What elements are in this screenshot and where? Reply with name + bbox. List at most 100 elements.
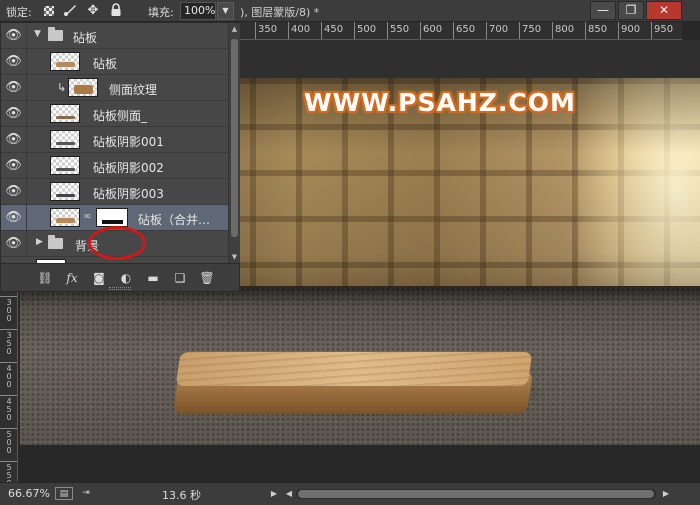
ruler-tick-label: 5 5 0 [6,463,12,483]
padlock-icon[interactable] [108,3,124,19]
move-lock-icon[interactable]: ✥ [85,3,101,19]
layer-name: 砧板阴影003 [93,187,164,201]
visibility-eye-icon[interactable]: 👁 [1,23,27,48]
options-bar: 锁定: ✥ 填充: 100% ▼ ), 图层蒙版/8) * — ❐ ✕ [0,0,700,22]
horizontal-ruler[interactable]: 350 400 450 500 550 600 650 700 750 800 … [240,22,682,40]
visibility-eye-icon[interactable]: 👁 [1,153,27,178]
panel-resize-grip[interactable] [109,287,131,290]
ruler-tick: 850 [585,22,607,39]
visibility-eye-icon[interactable]: 👁 [1,49,27,74]
ruler-tick: 800 [552,22,574,39]
visibility-eye-icon[interactable]: 👁 [1,75,27,100]
expand-caret-icon[interactable]: ▼ [34,29,41,39]
restore-button[interactable]: ❐ [618,1,644,20]
ruler-tick [0,395,17,396]
highlight-circle-annotation [88,226,146,260]
close-button[interactable]: ✕ [646,1,682,20]
layer-row-group[interactable]: 👁 ▼ 砧板 [1,23,228,49]
ruler-tick [0,329,17,330]
trash-icon[interactable]: 🗑 [199,270,215,286]
layers-panel: 👁 ▼ 砧板 👁 砧板 👁 ↳ 侧面纹理 👁 砧板侧面_ 👁 砧板阴影001 👁… [0,22,240,292]
ruler-tick [0,461,17,462]
new-layer-icon[interactable]: ❏ [172,270,188,286]
layer-thumbnail [50,104,80,123]
minimize-button[interactable]: — [590,1,616,20]
ruler-tick: 900 [618,22,640,39]
share-icon[interactable]: ⇥ [79,487,93,500]
ruler-tick [0,428,17,429]
layers-scrollbar[interactable]: ▲ ▼ [228,23,240,263]
link-icon[interactable]: ⛓ [37,270,53,286]
ruler-tick-label: 3 0 0 [6,298,12,323]
scroll-right-icon[interactable]: ▶ [660,487,672,501]
export-icon[interactable]: ▤ [55,487,73,500]
layer-name: 砧板（合并… [138,213,211,227]
status-bar: 66.67% ▤ ⇥ 13.6 秒 ▶ ◀ ▶ [0,482,700,505]
layer-name: 砧板侧面_ [93,109,148,123]
zoom-level[interactable]: 66.67% [8,487,50,500]
visibility-eye-icon[interactable]: 👁 [1,127,27,152]
scrollbar-thumb[interactable] [298,490,654,498]
layer-row[interactable]: 👁 砧板阴影002 [1,153,228,179]
ruler-tick: 500 [354,22,376,39]
ruler-tick [0,362,17,363]
visibility-eye-icon[interactable]: 👁 [1,179,27,204]
scroll-down-icon[interactable]: ▼ [229,251,240,263]
document-tab-title[interactable]: ), 图层蒙版/8) * [240,4,319,20]
layer-row[interactable]: 👁 砧板侧面_ [1,101,228,127]
ruler-tick: 950 [651,22,673,39]
add-mask-icon[interactable]: ◙ [91,270,107,286]
visibility-eye-icon[interactable]: 👁 [1,101,27,126]
layer-thumbnail [50,182,80,201]
layer-row[interactable]: 👁 砧板阴影003 [1,179,228,205]
layer-name: 砧板 [73,31,98,45]
layers-panel-footer: ⛓ fx ◙ ◐ ▬ ❏ 🗑 [1,263,239,291]
layer-mask-thumbnail[interactable] [96,208,128,227]
ruler-tick: 750 [519,22,541,39]
scroll-left-icon[interactable]: ◀ [283,487,295,501]
layer-thumbnail [50,52,80,71]
folder-icon [48,27,63,41]
layer-row[interactable]: 👁 砧板 [1,49,228,75]
lock-label: 锁定: [6,6,32,19]
vertical-ruler[interactable]: 3 0 0 3 5 0 4 0 0 4 5 0 5 0 0 5 5 0 [0,292,18,482]
fx-icon[interactable]: fx [64,270,80,286]
layer-row[interactable]: 👁 砧板阴影001 [1,127,228,153]
ruler-tick: 700 [486,22,508,39]
horizontal-scrollbar[interactable] [296,489,656,499]
ruler-tick: 350 [255,22,277,39]
layer-thumbnail [50,130,80,149]
play-arrow-icon[interactable]: ▶ [268,487,280,501]
scroll-up-icon[interactable]: ▲ [229,23,240,35]
ruler-tick: 650 [453,22,475,39]
ruler-tick: 450 [321,22,343,39]
adjustment-icon[interactable]: ◐ [118,270,134,286]
ruler-tick [0,296,17,297]
ruler-tick: 600 [420,22,442,39]
ruler-tick-label: 3 5 0 [6,331,12,356]
layer-thumbnail [50,156,80,175]
layer-thumbnail [68,78,98,97]
mask-link-icon[interactable]: ∞ [83,211,91,224]
scrollbar-thumb[interactable] [231,39,238,237]
fill-label: 填充: [148,6,174,19]
fill-input[interactable]: 100% [180,2,216,20]
layer-name: 砧板 [93,57,118,71]
layer-thumbnail [50,208,80,227]
expand-caret-icon[interactable]: ▶ [36,237,43,247]
cutting-board-top [175,352,533,386]
visibility-eye-icon[interactable]: 👁 [1,231,27,256]
transparency-lock-icon[interactable] [44,6,54,16]
brush-lock-icon[interactable] [62,3,78,19]
layer-name: 侧面纹理 [109,83,158,97]
ruler-tick: 400 [288,22,310,39]
timing-readout: 13.6 秒 [162,489,201,502]
layer-name: 砧板阴影001 [93,135,164,149]
visibility-eye-icon[interactable]: 👁 [1,205,27,230]
layer-row[interactable]: 👁 ↳ 侧面纹理 [1,75,228,101]
folder-icon [48,235,63,249]
dropdown-arrow-icon[interactable]: ▼ [217,2,234,20]
ruler-tick-label: 4 5 0 [6,397,12,422]
new-group-icon[interactable]: ▬ [145,270,161,286]
watermark-text: WWW.PSAHZ.COM [304,88,576,117]
